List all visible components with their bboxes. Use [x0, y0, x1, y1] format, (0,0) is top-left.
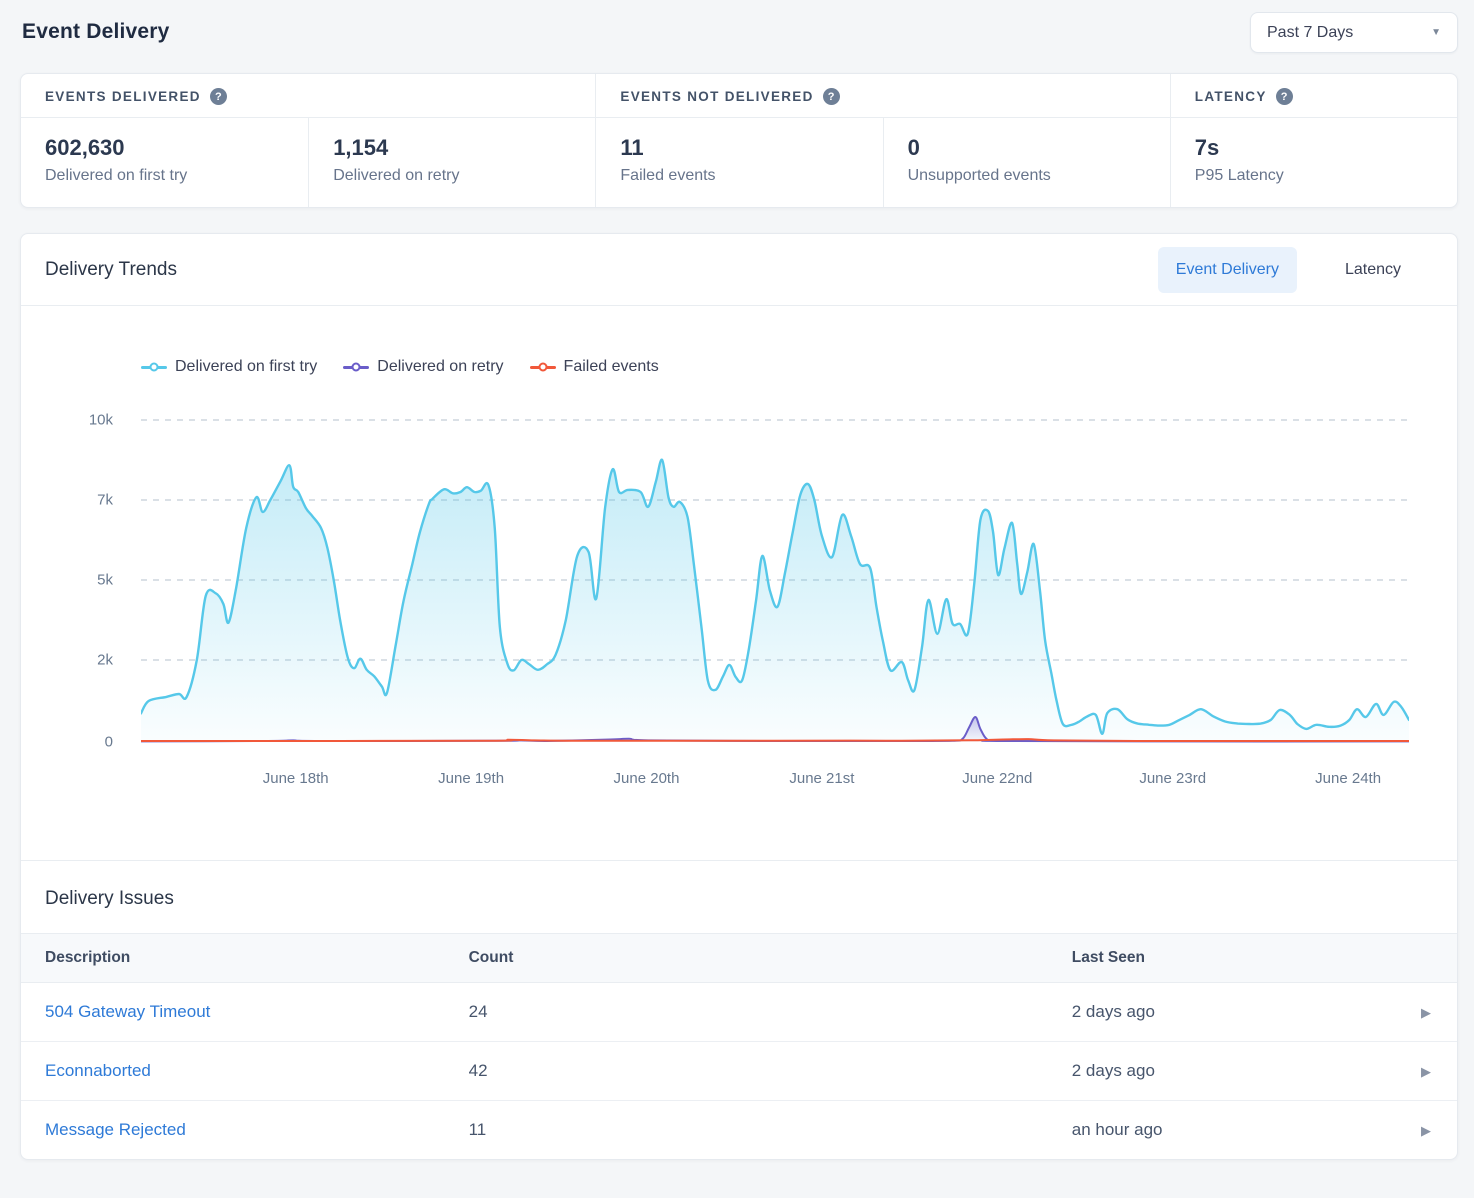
- help-icon[interactable]: ?: [823, 88, 840, 105]
- y-axis-tick-label: 0: [105, 734, 113, 751]
- chevron-down-icon: ▼: [1431, 27, 1441, 38]
- stats-summary-card: EVENTS DELIVERED ? EVENTS NOT DELIVERED …: [20, 73, 1458, 208]
- metric-value: 1,154: [333, 135, 571, 161]
- y-axis-tick-label: 10k: [89, 412, 113, 429]
- chart-area: 10k 7k 5k 2k 0: [21, 402, 1457, 752]
- chevron-right-icon[interactable]: ▶: [1421, 1064, 1431, 1079]
- metric-value: 11: [620, 135, 858, 161]
- issue-count: 11: [445, 1101, 1048, 1160]
- help-icon[interactable]: ?: [210, 88, 227, 105]
- stats-group-title: LATENCY: [1195, 89, 1267, 104]
- delivery-trends-chart: [141, 402, 1409, 752]
- x-axis-tick-label: June 24th: [1315, 770, 1381, 787]
- chart-x-axis: June 18th June 19th June 20th June 21st June…: [141, 760, 1409, 794]
- issue-row-econnaborted[interactable]: Econnaborted 422 days ago ▶: [21, 1042, 1457, 1101]
- chevron-right-icon[interactable]: ▶: [1421, 1123, 1431, 1138]
- column-header-actions: [1378, 934, 1457, 983]
- delivery-trends-panel: Delivery Trends Event Delivery Latency De…: [21, 234, 1457, 860]
- metric-label: Delivered on retry: [333, 167, 571, 185]
- chart-plot: [141, 402, 1409, 752]
- metric-label: Unsupported events: [908, 167, 1146, 185]
- y-axis-tick-label: 2k: [97, 652, 113, 669]
- legend-label: Delivered on retry: [377, 358, 503, 376]
- legend-item-delivered-on-retry[interactable]: Delivered on retry: [343, 358, 503, 376]
- metric-delivered-first-try: 602,630 Delivered on first try: [21, 118, 308, 207]
- trends-and-issues-card: Delivery Trends Event Delivery Latency De…: [20, 233, 1458, 1160]
- trends-tabs: Event Delivery Latency: [1158, 247, 1419, 293]
- x-axis-tick-label: June 19th: [438, 770, 504, 787]
- issue-row-message-rejected[interactable]: Message Rejected 11an hour ago ▶: [21, 1101, 1457, 1160]
- tab-event-delivery[interactable]: Event Delivery: [1158, 247, 1297, 293]
- legend-label: Delivered on first try: [175, 358, 317, 376]
- issues-table-header: DescriptionCountLast Seen: [21, 934, 1457, 983]
- issue-last-seen: 2 days ago: [1048, 1042, 1378, 1101]
- issue-link[interactable]: 504 Gateway Timeout: [45, 1002, 210, 1021]
- y-axis-tick-label: 5k: [97, 572, 113, 589]
- metric-value: 602,630: [45, 135, 284, 161]
- issue-count: 24: [445, 983, 1048, 1042]
- delivery-issues-table: DescriptionCountLast Seen 504 Gateway Ti…: [21, 933, 1457, 1159]
- trends-header: Delivery Trends Event Delivery Latency: [21, 234, 1457, 306]
- stats-value-row: 602,630 Delivered on first try 1,154 Del…: [21, 118, 1457, 207]
- metric-label: P95 Latency: [1195, 167, 1433, 185]
- chart-y-axis: 10k 7k 5k 2k 0: [21, 402, 141, 752]
- x-axis-tick-label: June 22nd: [962, 770, 1032, 787]
- stats-group-title: EVENTS NOT DELIVERED: [620, 89, 813, 104]
- x-axis-tick-label: June 23rd: [1139, 770, 1206, 787]
- page-header: Event Delivery Past 7 Days ▼: [20, 12, 1458, 53]
- legend-marker-icon: [343, 362, 369, 373]
- metric-p95-latency: 7s P95 Latency: [1170, 118, 1457, 207]
- column-header-last-seen: Last Seen: [1048, 934, 1378, 983]
- metric-failed-events: 11 Failed events: [595, 118, 882, 207]
- legend-item-delivered-on-first-try[interactable]: Delivered on first try: [141, 358, 317, 376]
- date-range-select[interactable]: Past 7 Days ▼: [1250, 12, 1458, 53]
- metric-label: Failed events: [620, 167, 858, 185]
- x-axis-tick-label: June 20th: [614, 770, 680, 787]
- issue-row-504-gateway-timeout[interactable]: 504 Gateway Timeout 242 days ago ▶: [21, 983, 1457, 1042]
- x-axis-tick-label: June 21st: [789, 770, 854, 787]
- legend-marker-icon: [141, 362, 167, 373]
- series-area-delivered-on-first-try: [141, 460, 1409, 742]
- x-axis-tick-label: June 18th: [263, 770, 329, 787]
- issue-link[interactable]: Message Rejected: [45, 1120, 186, 1139]
- metric-value: 7s: [1195, 135, 1433, 161]
- chevron-right-icon[interactable]: ▶: [1421, 1005, 1431, 1020]
- tab-latency[interactable]: Latency: [1327, 247, 1419, 293]
- column-header-count: Count: [445, 934, 1048, 983]
- chart-legend: Delivered on first try Delivered on retry…: [141, 358, 1457, 376]
- legend-label: Failed events: [564, 358, 659, 376]
- metric-label: Delivered on first try: [45, 167, 284, 185]
- issue-last-seen: an hour ago: [1048, 1101, 1378, 1160]
- legend-marker-icon: [530, 362, 556, 373]
- date-range-value: Past 7 Days: [1267, 24, 1353, 42]
- help-icon[interactable]: ?: [1276, 88, 1293, 105]
- column-header-description: Description: [21, 934, 445, 983]
- page-title: Event Delivery: [22, 20, 170, 44]
- stats-group-title: EVENTS DELIVERED: [45, 89, 201, 104]
- y-axis-tick-label: 7k: [97, 492, 113, 509]
- issue-link[interactable]: Econnaborted: [45, 1061, 151, 1080]
- stats-group-latency: LATENCY ?: [1170, 74, 1457, 117]
- issue-count: 42: [445, 1042, 1048, 1101]
- issue-last-seen: 2 days ago: [1048, 983, 1378, 1042]
- metric-delivered-on-retry: 1,154 Delivered on retry: [308, 118, 595, 207]
- metric-unsupported-events: 0 Unsupported events: [883, 118, 1170, 207]
- event-delivery-page: Event Delivery Past 7 Days ▼ EVENTS DELI…: [0, 0, 1474, 1160]
- legend-item-failed-events[interactable]: Failed events: [530, 358, 659, 376]
- stats-group-events-delivered: EVENTS DELIVERED ?: [21, 74, 595, 117]
- delivery-issues-panel: Delivery Issues DescriptionCountLast See…: [21, 860, 1457, 1159]
- trends-title: Delivery Trends: [45, 259, 177, 281]
- metric-value: 0: [908, 135, 1146, 161]
- issues-title: Delivery Issues: [21, 861, 1457, 933]
- stats-header-row: EVENTS DELIVERED ? EVENTS NOT DELIVERED …: [21, 74, 1457, 118]
- stats-group-events-not-delivered: EVENTS NOT DELIVERED ?: [595, 74, 1169, 117]
